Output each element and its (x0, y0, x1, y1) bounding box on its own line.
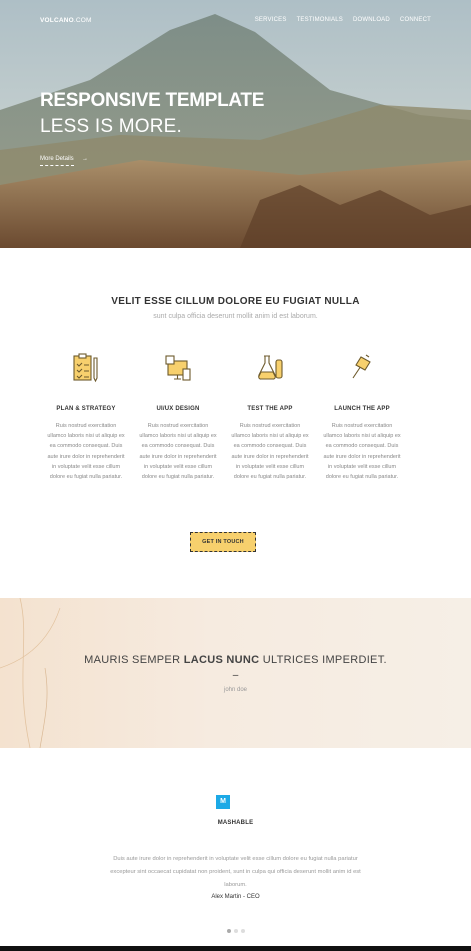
service-design: UI/UX DESIGN Ruis nostrud exercitation u… (132, 352, 224, 482)
service-text: Ruis nostrud exercitation ullamco labori… (323, 423, 401, 481)
quote-section: MAURIS SEMPER LACUS NUNC ULTRICES IMPERD… (0, 598, 471, 748)
testimonial-company: MASHABLE (217, 820, 254, 826)
get-in-touch-button[interactable]: GET IN TOUCH (190, 532, 256, 552)
service-text: Ruis nostrud exercitation ullamco labori… (231, 423, 309, 481)
service-text: Ruis nostrud exercitation ullamco labori… (47, 423, 125, 481)
quote-dash: – (232, 670, 239, 681)
service-title: LAUNCH THE APP (334, 406, 390, 412)
hero-subtitle: LESS IS MORE. (40, 116, 182, 137)
services-title: VELIT ESSE CILLUM DOLORE EU FUGIAT NULLA (111, 296, 360, 307)
service-plan: PLAN & STRATEGY Ruis nostrud exercitatio… (40, 352, 132, 482)
more-details-link[interactable]: More Details → (40, 156, 88, 166)
service-launch: LAUNCH THE APP Ruis nostrud exercitation… (316, 352, 408, 482)
quote-bold: LACUS NUNC (183, 654, 260, 666)
logo-light: .COM (73, 17, 92, 24)
quote-pre: MAURIS SEMPER (84, 654, 184, 666)
service-title: PLAN & STRATEGY (56, 406, 116, 412)
nav-services[interactable]: SERVICES (255, 17, 287, 23)
slider-dot[interactable] (233, 929, 238, 933)
top-nav: VOLCANO.COM SERVICES TESTIMONIALS DOWNLO… (40, 17, 431, 29)
footer-bar (0, 946, 471, 951)
service-test: TEST THE APP Ruis nostrud exercitation u… (224, 352, 316, 482)
nav-testimonials[interactable]: TESTIMONIALS (297, 17, 343, 23)
service-title: TEST THE APP (247, 406, 293, 412)
nav-download[interactable]: DOWNLOAD (353, 17, 390, 23)
services-subtitle: sunt culpa officia deserunt mollit anim … (153, 313, 318, 320)
more-details-label: More Details (40, 156, 74, 162)
mashable-logo: M (216, 795, 230, 809)
nav-menu: SERVICES TESTIMONIALS DOWNLOAD CONNECT (255, 17, 431, 23)
service-text: Ruis nostrud exercitation ullamco labori… (139, 423, 217, 481)
nav-connect[interactable]: CONNECT (400, 17, 431, 23)
hero-title: RESPONSIVE TEMPLATE (40, 90, 265, 111)
quote-author: john doe (223, 687, 248, 693)
flask-icon (224, 352, 316, 392)
slider-dots (0, 929, 471, 933)
testimonial-text: Duis aute irure dolor in reprehenderit i… (110, 856, 361, 888)
services-columns: PLAN & STRATEGY Ruis nostrud exercitatio… (40, 352, 430, 482)
clipboard-pencil-icon (40, 352, 132, 392)
hero-section: VOLCANO.COM SERVICES TESTIMONIALS DOWNLO… (0, 0, 471, 248)
arrow-right-icon: → (82, 156, 88, 162)
slider-dot[interactable] (226, 929, 231, 933)
quote-post: ULTRICES IMPERDIET. (259, 654, 387, 666)
testimonial-author: Alex Martin - CEO (211, 894, 260, 900)
service-title: UI/UX DESIGN (156, 406, 200, 412)
slider-dot[interactable] (240, 929, 245, 933)
flag-icon (316, 352, 408, 392)
site-logo[interactable]: VOLCANO.COM (40, 17, 92, 24)
devices-icon (132, 352, 224, 392)
quote-text: MAURIS SEMPER LACUS NUNC ULTRICES IMPERD… (0, 654, 471, 666)
logo-bold: VOLCANO (40, 17, 74, 24)
